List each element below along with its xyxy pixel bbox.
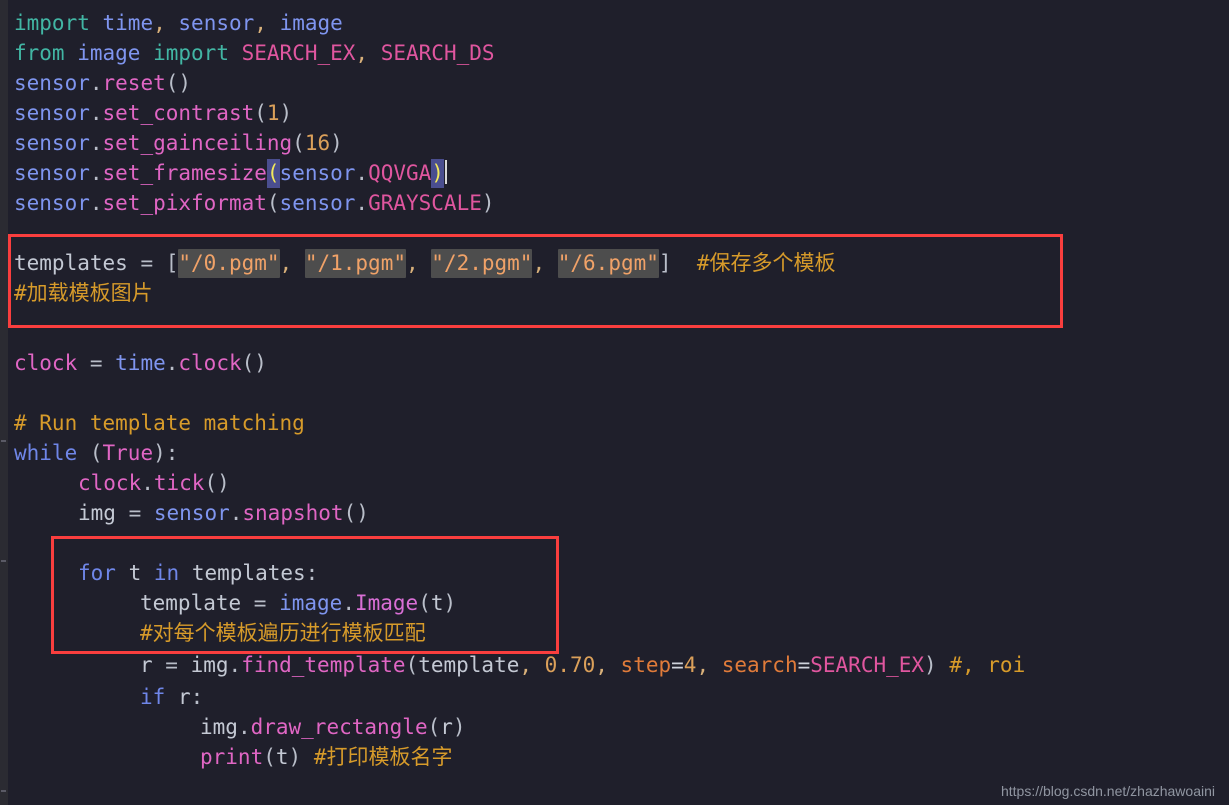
threshold-value: 0.70 bbox=[544, 653, 596, 677]
code-line-if[interactable]: if r: bbox=[140, 682, 203, 712]
code-line-clock-tick[interactable]: clock.tick() bbox=[78, 468, 230, 498]
method-clock: clock bbox=[178, 351, 242, 375]
module-sensor: sensor bbox=[178, 11, 255, 35]
method-set-gainceiling: set_gainceiling bbox=[102, 131, 293, 155]
fold-marker[interactable] bbox=[1, 560, 6, 562]
keyword-from: from bbox=[14, 41, 65, 65]
const-grayscale: GRAYSCALE bbox=[368, 191, 482, 215]
code-line-clock[interactable]: clock = time.clock() bbox=[14, 348, 267, 378]
code-line-snapshot[interactable]: img = sensor.snapshot() bbox=[78, 498, 369, 528]
editor-gutter[interactable] bbox=[0, 0, 8, 805]
text-caret bbox=[444, 160, 447, 184]
code-line-load-comment[interactable]: #加载模板图片 bbox=[14, 278, 153, 308]
code-line-templates[interactable]: templates = ["/0.pgm", "/1.pgm", "/2.pgm… bbox=[14, 248, 836, 278]
code-line-for[interactable]: for t in templates: bbox=[78, 558, 318, 588]
comment-save-templates: #保存多个模板 bbox=[696, 251, 836, 275]
keyword-if: if bbox=[140, 685, 166, 709]
method-reset: reset bbox=[102, 71, 166, 95]
var-template: template bbox=[140, 591, 242, 615]
const-qqvga: QQVGA bbox=[368, 161, 432, 185]
comment-run-template-matching: # Run template matching bbox=[14, 411, 305, 435]
comment-load-template-images: #加载模板图片 bbox=[14, 281, 153, 305]
var-t: t bbox=[128, 561, 142, 585]
fold-marker[interactable] bbox=[1, 440, 6, 442]
string-1-pgm: "/1.pgm" bbox=[304, 249, 406, 278]
var-img: img bbox=[78, 501, 116, 525]
comment-roi: #, roi bbox=[949, 653, 1026, 677]
module-time: time bbox=[102, 11, 154, 35]
var-r: r bbox=[140, 653, 153, 677]
code-line-while[interactable]: while (True): bbox=[14, 438, 178, 468]
keyword-while: while bbox=[14, 441, 78, 465]
method-set-contrast: set_contrast bbox=[102, 101, 255, 125]
builtin-print: print bbox=[200, 745, 264, 769]
method-set-pixformat: set_pixformat bbox=[102, 191, 267, 215]
code-line-print[interactable]: print(t) #打印模板名字 bbox=[200, 742, 453, 772]
string-2-pgm: "/2.pgm" bbox=[431, 249, 533, 278]
var-templates: templates bbox=[14, 251, 128, 275]
method-tick: tick bbox=[153, 471, 205, 495]
kwarg-search: search bbox=[721, 653, 798, 677]
keyword-in: in bbox=[153, 561, 180, 585]
code-line-2[interactable]: from image import SEARCH_EX, SEARCH_DS bbox=[14, 38, 495, 68]
kwarg-step: step bbox=[620, 653, 672, 677]
code-line-5[interactable]: sensor.set_gainceiling(16) bbox=[14, 128, 343, 158]
const-search-ds: SEARCH_DS bbox=[380, 41, 495, 65]
code-line-1[interactable]: import time, sensor, image bbox=[14, 8, 343, 38]
code-line-template-assign[interactable]: template = image.Image(t) bbox=[140, 588, 456, 618]
code-line-find-template[interactable]: r = img.find_template(template, 0.70, st… bbox=[140, 650, 1025, 680]
bracket-highlight-open: ( bbox=[266, 159, 280, 188]
code-line-3[interactable]: sensor.reset() bbox=[14, 68, 191, 98]
code-line-iterate-comment[interactable]: #对每个模板遍历进行模板匹配 bbox=[140, 618, 426, 648]
method-set-framesize: set_framesize bbox=[102, 161, 267, 185]
keyword-import: import bbox=[14, 11, 90, 35]
comment-iterate-templates: #对每个模板遍历进行模板匹配 bbox=[140, 621, 426, 645]
method-find-template: find_template bbox=[241, 653, 406, 677]
code-line-4[interactable]: sensor.set_contrast(1) bbox=[14, 98, 292, 128]
method-snapshot: snapshot bbox=[242, 501, 344, 525]
code-line-run-comment[interactable]: # Run template matching bbox=[14, 408, 305, 438]
keyword-for: for bbox=[78, 561, 116, 585]
bracket-highlight-close: ) bbox=[431, 159, 444, 188]
fold-marker[interactable] bbox=[1, 790, 6, 792]
code-editor-screenshot: import time, sensor, image from image im… bbox=[0, 0, 1229, 805]
code-area[interactable]: import time, sensor, image from image im… bbox=[0, 0, 1229, 805]
code-line-6[interactable]: sensor.set_framesize(sensor.QQVGA) bbox=[14, 158, 447, 188]
var-clock: clock bbox=[14, 351, 78, 375]
string-0-pgm: "/0.pgm" bbox=[178, 249, 280, 278]
const-search-ex: SEARCH_EX bbox=[241, 41, 356, 65]
bool-true: True bbox=[102, 441, 154, 465]
code-line-draw-rectangle[interactable]: img.draw_rectangle(r) bbox=[200, 712, 466, 742]
blog-watermark: https://blog.csdn.net/zhazhawoaini bbox=[1000, 783, 1215, 799]
string-6-pgm: "/6.pgm" bbox=[557, 249, 659, 278]
comment-print-template-name: #打印模板名字 bbox=[313, 745, 453, 769]
code-line-7[interactable]: sensor.set_pixformat(sensor.GRAYSCALE) bbox=[14, 188, 495, 218]
class-image: Image bbox=[354, 591, 419, 615]
method-draw-rectangle: draw_rectangle bbox=[250, 715, 428, 739]
module-image: image bbox=[279, 11, 343, 35]
